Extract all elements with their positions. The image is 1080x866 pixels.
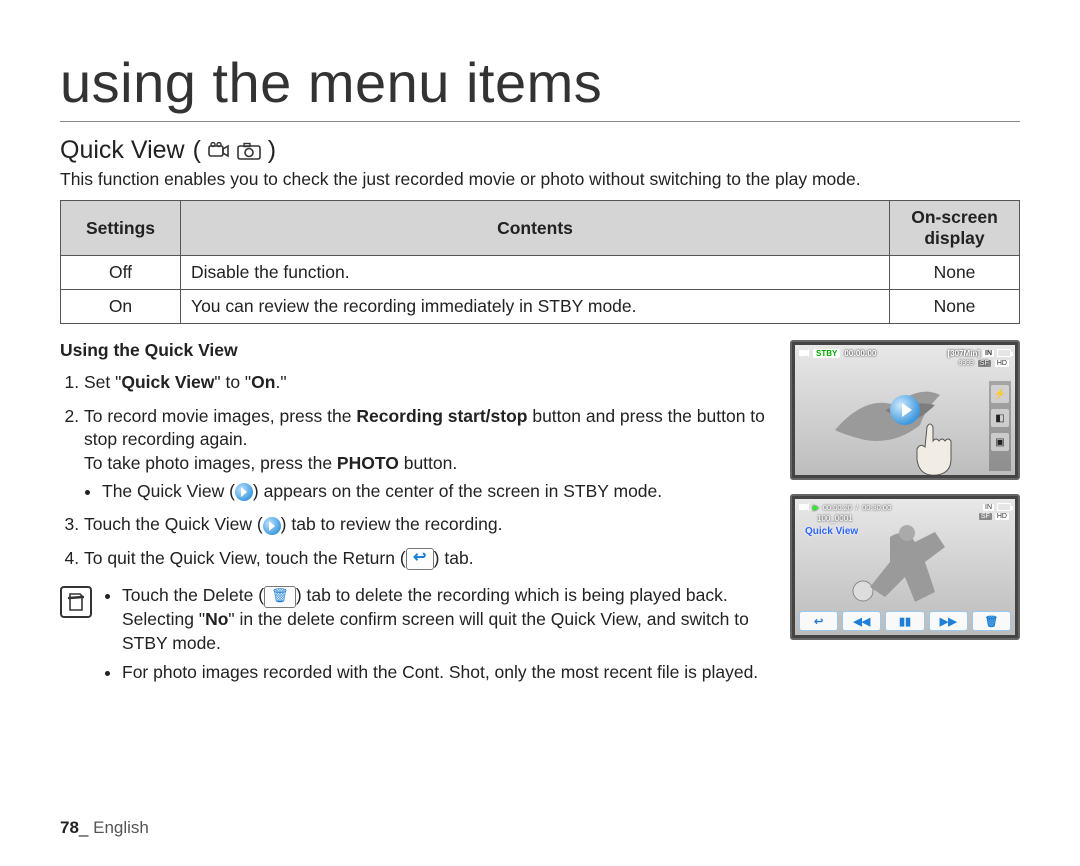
lcd2-topbar: ▶ 00:00:20/00:30:00 IN xyxy=(799,502,1011,512)
record-mode-icon xyxy=(799,348,809,358)
page-footer: 78_ English xyxy=(60,818,149,838)
card-icon: IN xyxy=(983,350,994,357)
step-2-bullet: The Quick View () appears on the center … xyxy=(102,480,772,504)
control-forward-icon: ▶▶ xyxy=(929,611,968,631)
lcd1-topbar: STBY 00:00:00 [307Min] IN xyxy=(799,348,1011,358)
page-number: 78 xyxy=(60,818,79,837)
footer-language: English xyxy=(93,818,149,837)
footer-sep: _ xyxy=(79,818,93,837)
lcd1-count: 9999 xyxy=(958,360,974,367)
table-header-row: Settings Contents On-screen display xyxy=(61,201,1020,256)
lcd1-time: 00:00:00 xyxy=(844,349,876,358)
touch-hand-icon xyxy=(905,419,967,475)
note-2: For photo images recorded with the Cont.… xyxy=(122,661,772,685)
sf-icon: SF xyxy=(979,513,992,520)
step-1: Set "Quick View" to "On." xyxy=(84,371,772,395)
sf-icon: SF xyxy=(978,360,991,367)
mode-icons: ( ) xyxy=(193,136,277,165)
delete-button-icon: 🗑 xyxy=(264,586,296,608)
card-icon: IN xyxy=(983,504,994,511)
note-icon xyxy=(60,586,92,618)
battery-icon xyxy=(997,349,1011,357)
cell-osd: None xyxy=(890,290,1020,324)
note-1: Touch the Delete (🗑) tab to delete the r… xyxy=(122,584,772,655)
control-pause-icon: ▮▮ xyxy=(885,611,924,631)
lcd2-quality-row: SF HD xyxy=(979,513,1009,520)
intro-text: This function enables you to check the j… xyxy=(60,169,1020,190)
cell-setting: On xyxy=(61,290,181,324)
note-list: Touch the Delete (🗑) tab to delete the r… xyxy=(104,584,772,691)
return-button-icon: ↩ xyxy=(406,548,434,570)
section-title: Quick View ( ) xyxy=(60,136,1020,165)
table-row: Off Disable the function. None xyxy=(61,256,1020,290)
hd-icon: HD xyxy=(995,360,1009,367)
step-3: Touch the Quick View () tab to review th… xyxy=(84,513,772,537)
bold: Quick View xyxy=(121,372,214,392)
control-delete-icon: 🗑 xyxy=(972,611,1011,631)
quickview-play-icon xyxy=(263,517,281,535)
cell-content: You can review the recording immediately… xyxy=(181,290,890,324)
play-indicator-icon: ▶ xyxy=(813,503,819,512)
photo-mode-icon xyxy=(237,142,261,160)
cell-setting: Off xyxy=(61,256,181,290)
usage-steps: Set "Quick View" to "On." To record movi… xyxy=(60,371,772,570)
table-row: On You can review the recording immediat… xyxy=(61,290,1020,324)
lcd2-elapsed: 00:00:20 xyxy=(823,503,852,512)
side-btn-exposure-icon: ◧ xyxy=(991,409,1009,427)
control-return-icon: ↩ xyxy=(799,611,838,631)
step-2: To record movie images, press the Record… xyxy=(84,405,772,504)
quickview-label: Quick View xyxy=(805,526,858,537)
th-settings: Settings xyxy=(61,201,181,256)
section-title-text: Quick View xyxy=(60,136,185,165)
chapter-title: using the menu items xyxy=(60,50,1020,115)
lcd2-folder: 100_0001 xyxy=(817,514,853,523)
rule xyxy=(60,121,1020,122)
th-osd: On-screen display xyxy=(890,201,1020,256)
step-4: To quit the Quick View, touch the Return… xyxy=(84,547,772,571)
cell-content: Disable the function. xyxy=(181,256,890,290)
control-rewind-icon: ◀◀ xyxy=(842,611,881,631)
bold: Recording start/stop xyxy=(356,406,527,426)
side-btn-focus-icon: ▣ xyxy=(991,433,1009,451)
lcd-screenshot-stby: STBY 00:00:00 [307Min] IN 9999 SF HD xyxy=(790,340,1020,480)
hd-icon: HD xyxy=(995,513,1009,520)
stby-label: STBY xyxy=(813,349,840,358)
settings-table: Settings Contents On-screen display Off … xyxy=(60,200,1020,324)
lcd2-total: 00:30:00 xyxy=(862,503,891,512)
th-contents: Contents xyxy=(181,201,890,256)
quickview-play-icon xyxy=(235,483,253,501)
bold: On xyxy=(251,372,275,392)
lcd2-controls: ↩ ◀◀ ▮▮ ▶▶ 🗑 xyxy=(799,611,1011,631)
lcd1-second-row: 9999 SF HD xyxy=(958,360,1009,367)
lcd1-side-column: ⚡ ◧ ▣ xyxy=(989,381,1011,471)
bold: PHOTO xyxy=(337,453,399,473)
play-mode-icon xyxy=(799,502,809,512)
bold: No xyxy=(205,609,228,629)
lcd1-remain: [307Min] xyxy=(948,349,980,358)
cell-osd: None xyxy=(890,256,1020,290)
battery-icon xyxy=(997,503,1011,511)
video-mode-icon xyxy=(208,142,230,160)
usage-heading: Using the Quick View xyxy=(60,340,772,361)
side-btn-flash-icon: ⚡ xyxy=(991,385,1009,403)
lcd-screenshot-playback: ▶ 00:00:20/00:30:00 IN SF HD 100_0001 Qu… xyxy=(790,494,1020,640)
